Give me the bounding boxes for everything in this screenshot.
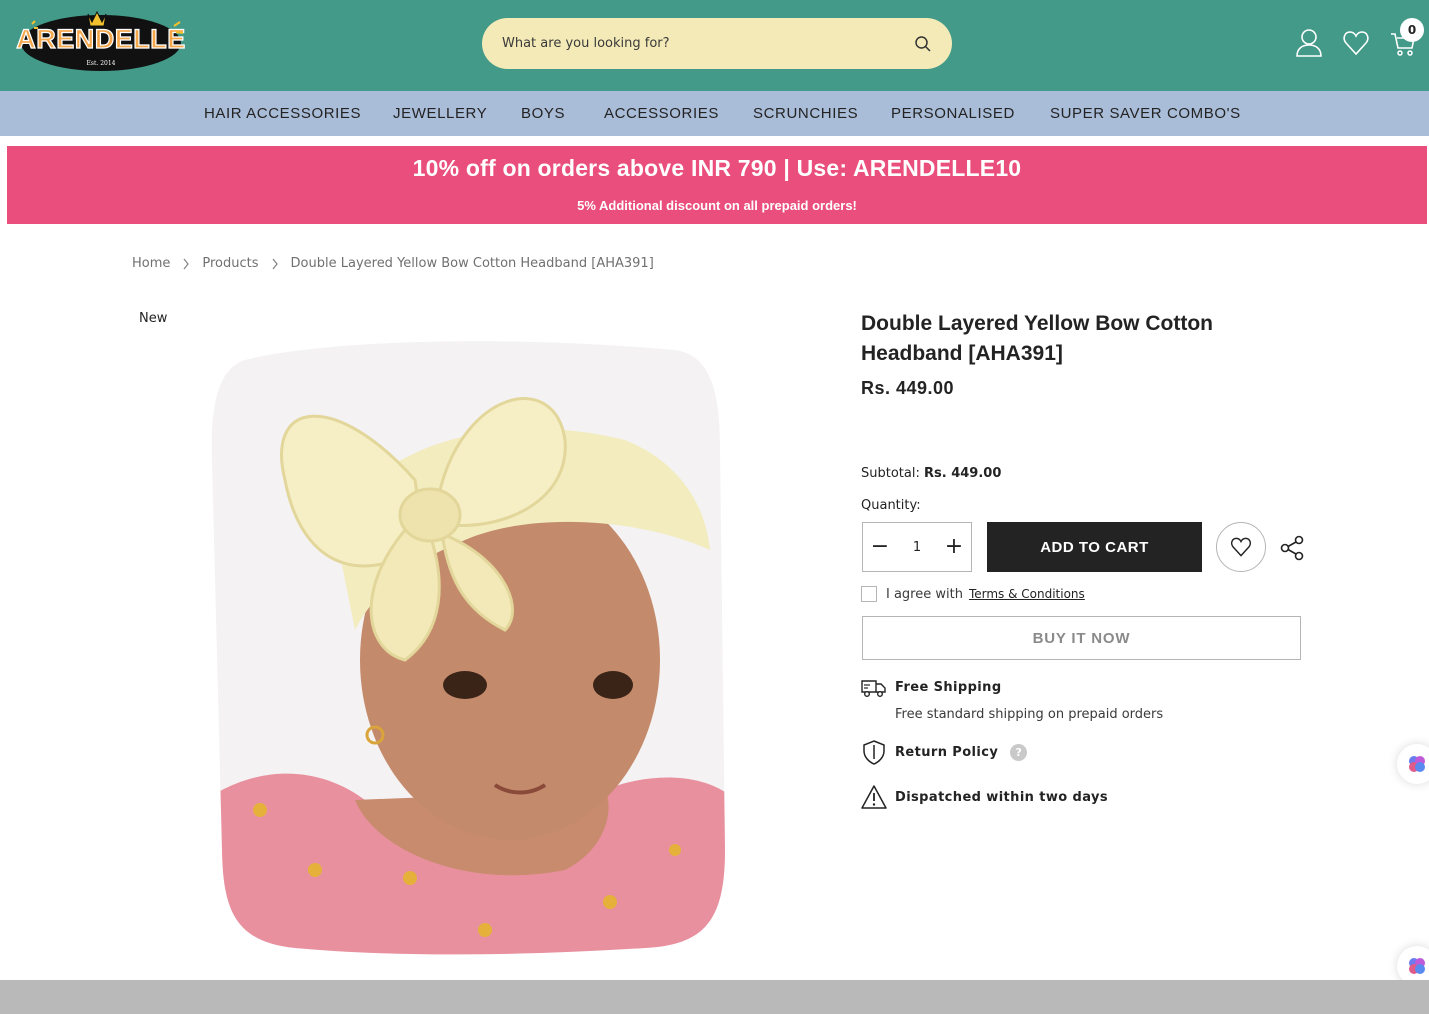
chevron-right-icon: [183, 258, 190, 269]
free-shipping-row: Free Shipping: [861, 674, 1002, 700]
brain-widget-button[interactable]: [1397, 744, 1429, 784]
promo-subtext: 5% Additional discount on all prepaid or…: [577, 198, 857, 213]
nav-item-super-saver-combos[interactable]: SUPER SAVER COMBO'S: [1050, 91, 1241, 136]
svg-text:ARENDELLE: ARENDELLE: [16, 24, 186, 54]
footer-band: [0, 980, 1429, 1014]
help-icon[interactable]: ?: [1010, 743, 1028, 761]
arendelle-logo[interactable]: ARENDELLE Est. 2014: [14, 6, 192, 74]
terms-agreement: I agree with Terms & Conditions: [861, 586, 1085, 602]
quantity-plus-button[interactable]: +: [943, 536, 965, 558]
brain-icon: [1409, 958, 1425, 974]
quantity-label: Quantity:: [861, 498, 921, 513]
nav-item-accessories[interactable]: ACCESSORIES: [604, 91, 719, 136]
breadcrumb-home[interactable]: Home: [132, 256, 170, 271]
product-price: Rs. 449.00: [861, 378, 955, 398]
add-to-cart-button[interactable]: ADD TO CART: [987, 522, 1202, 572]
new-badge: New: [139, 311, 168, 326]
subtotal: Subtotal: Rs. 449.00: [861, 466, 1001, 481]
search-bar[interactable]: [482, 18, 952, 69]
wishlist-icon[interactable]: [1342, 28, 1370, 58]
add-to-wishlist-button[interactable]: [1216, 522, 1266, 572]
site-header: ARENDELLE Est. 2014 0: [0, 0, 1429, 91]
nav-item-hair-accessories[interactable]: HAIR ACCESSORIES: [204, 91, 361, 136]
subtotal-value: Rs. 449.00: [924, 466, 1002, 481]
free-shipping-title: Free Shipping: [895, 679, 1002, 695]
cart-count-badge: 0: [1400, 18, 1424, 42]
product-image[interactable]: [205, 330, 735, 958]
breadcrumb-current: Double Layered Yellow Bow Cotton Headban…: [290, 256, 654, 271]
free-shipping-description: Free standard shipping on prepaid orders: [895, 707, 1164, 722]
warning-triangle-icon: [861, 785, 887, 809]
breadcrumb-products[interactable]: Products: [202, 256, 258, 271]
svg-text:Est. 2014: Est. 2014: [87, 60, 116, 67]
dispatch-title: Dispatched within two days: [895, 789, 1109, 805]
promo-banner: 10% off on orders above INR 790 | Use: A…: [7, 146, 1427, 224]
dispatch-row: Dispatched within two days: [861, 784, 1108, 810]
nav-item-jewellery[interactable]: JEWELLERY: [393, 91, 487, 136]
quantity-input[interactable]: 1: [897, 540, 937, 555]
chevron-right-icon: [272, 258, 278, 269]
heart-icon: [1231, 537, 1251, 557]
shield-icon: [863, 740, 885, 765]
main-nav: HAIR ACCESSORIES JEWELLERY BOYS ACCESSOR…: [0, 91, 1429, 136]
nav-item-boys[interactable]: BOYS: [521, 91, 565, 136]
nav-item-personalised[interactable]: PERSONALISED: [891, 91, 1015, 136]
search-icon[interactable]: [914, 35, 932, 53]
breadcrumb: Home Products Double Layered Yellow Bow …: [132, 256, 654, 271]
return-policy-row[interactable]: Return Policy ?: [861, 739, 1028, 765]
account-icon[interactable]: [1295, 28, 1323, 58]
search-input[interactable]: [502, 36, 914, 51]
nav-item-scrunchies[interactable]: SCRUNCHIES: [753, 91, 858, 136]
product-title: Double Layered Yellow Bow Cotton Headban…: [861, 312, 1213, 365]
share-icon[interactable]: [1279, 535, 1305, 561]
agree-label: I agree with: [886, 586, 963, 602]
brain-icon: [1409, 756, 1425, 772]
delivery-truck-icon: [861, 680, 886, 698]
quantity-stepper[interactable]: − 1 +: [862, 522, 972, 572]
terms-checkbox[interactable]: [861, 586, 877, 602]
promo-headline: 10% off on orders above INR 790 | Use: A…: [412, 155, 1022, 181]
return-policy-title[interactable]: Return Policy: [895, 745, 998, 760]
subtotal-label: Subtotal:: [861, 466, 920, 481]
terms-link[interactable]: Terms & Conditions: [969, 587, 1085, 601]
quantity-minus-button[interactable]: −: [869, 536, 891, 558]
buy-it-now-button[interactable]: BUY IT NOW: [862, 616, 1301, 660]
